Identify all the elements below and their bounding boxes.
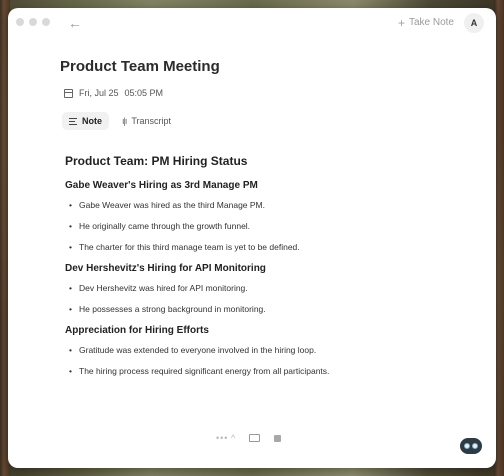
list-item: He possesses a strong background in moni… (65, 304, 465, 314)
waveform-icon: ı|ı (122, 116, 127, 126)
tab-transcript-label: Transcript (131, 116, 172, 126)
minimize-window-button[interactable] (29, 18, 37, 26)
list-item: The charter for this third manage team i… (65, 242, 465, 252)
tab-note-label: Note (82, 116, 102, 126)
meeting-date: Fri, Jul 25 (79, 88, 119, 98)
close-window-button[interactable] (16, 18, 24, 26)
assistant-button[interactable] (460, 438, 482, 454)
plus-icon: + (397, 16, 405, 30)
zoom-window-button[interactable] (42, 18, 50, 26)
stop-icon[interactable] (274, 434, 282, 442)
chevron-up-icon: ^ (230, 433, 236, 443)
tab-note[interactable]: Note (62, 112, 109, 130)
meeting-datetime[interactable]: Fri, Jul 25 05:05 PM (64, 88, 163, 98)
view-tabs: Note ı|ı Transcript (62, 112, 178, 130)
calendar-icon (64, 88, 73, 98)
lines-icon (69, 117, 77, 125)
screen-share-icon[interactable] (249, 434, 261, 442)
meeting-time: 05:05 PM (124, 88, 164, 98)
list-item: The hiring process required significant … (65, 366, 465, 376)
recording-controls: ••• ^ (216, 433, 282, 443)
page-title: Product Team Meeting (60, 58, 220, 75)
section-heading: Dev Hershevitz's Hiring for API Monitori… (65, 263, 266, 274)
bullet-list: Gratitude was extended to everyone invol… (65, 345, 465, 376)
bullet-list: Gabe Weaver was hired as the third Manag… (65, 200, 465, 252)
tab-transcript[interactable]: ı|ı Transcript (115, 112, 178, 130)
title-bar: ← + Take Note A (8, 8, 496, 38)
back-button[interactable]: ← (66, 14, 84, 32)
bullet-list: Dev Hershevitz was hired for API monitor… (65, 283, 465, 314)
list-item: Dev Hershevitz was hired for API monitor… (65, 283, 465, 293)
assistant-eye-icon (472, 443, 478, 449)
note-title: Product Team: PM Hiring Status (65, 154, 248, 168)
list-item: Gabe Weaver was hired as the third Manag… (65, 200, 465, 210)
avatar[interactable]: A (464, 13, 484, 33)
section-heading: Appreciation for Hiring Efforts (65, 325, 209, 336)
notes-window: ← + Take Note A Product Team Meeting Fri… (8, 8, 496, 468)
arrow-left-icon: ← (68, 15, 82, 31)
section-heading: Gabe Weaver's Hiring as 3rd Manage PM (65, 180, 258, 191)
more-icon: ••• (216, 433, 229, 443)
take-note-button[interactable]: + Take Note (398, 15, 454, 31)
assistant-eye-icon (464, 443, 470, 449)
take-note-label: Take Note (408, 17, 454, 28)
list-item: He originally came through the growth fu… (65, 221, 465, 231)
more-options-button[interactable]: ••• ^ (216, 433, 235, 443)
list-item: Gratitude was extended to everyone invol… (65, 345, 465, 355)
note-content: Product Team: PM Hiring Status Gabe Weav… (65, 154, 465, 387)
